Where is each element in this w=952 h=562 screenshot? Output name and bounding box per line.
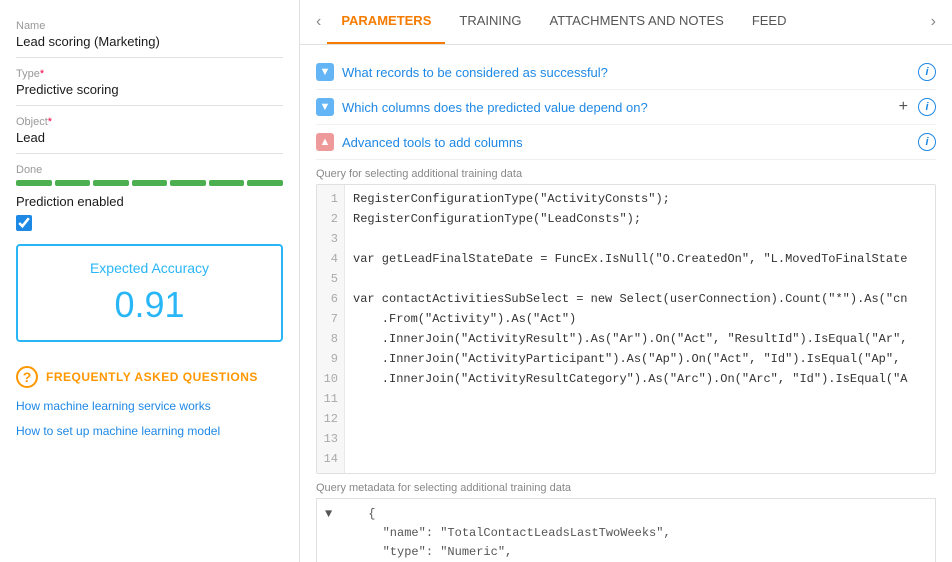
accordion-icon-0: ▼	[316, 63, 334, 81]
accuracy-title: Expected Accuracy	[28, 260, 271, 276]
code-content[interactable]: RegisterConfigurationType("ActivityConst…	[345, 185, 935, 385]
accordion-icon-2: ▲	[316, 133, 334, 151]
accordion-row-1[interactable]: ▼ Which columns does the predicted value …	[316, 90, 936, 125]
accordion-icon-1: ▼	[316, 98, 334, 116]
code-editor[interactable]: 1234567891011121314 RegisterConfiguratio…	[316, 184, 936, 474]
accuracy-value: 0.91	[28, 284, 271, 326]
progress-segment	[209, 180, 245, 186]
right-panel: ‹ PARAMETERSTRAININGATTACHMENTS AND NOTE…	[300, 0, 952, 562]
faq-links: How machine learning service works How to…	[16, 398, 283, 440]
progress-segment	[93, 180, 129, 186]
type-value: Predictive scoring	[16, 82, 283, 106]
accordion-label-1: Which columns does the predicted value d…	[342, 100, 891, 115]
tab-nav-left[interactable]: ‹	[310, 1, 327, 43]
json-editor[interactable]: ▼ { "name": "TotalContactLeadsLastTwoWee…	[316, 498, 936, 562]
accordion-info-icon-0[interactable]: i	[918, 63, 936, 81]
progress-segment	[170, 180, 206, 186]
progress-segment	[247, 180, 283, 186]
faq-section: ? FREQUENTLY ASKED QUESTIONS How machine…	[16, 366, 283, 448]
accordion-info-icon-1[interactable]: i	[918, 98, 936, 116]
line-number: 13	[323, 429, 338, 449]
line-number: 5	[323, 269, 338, 289]
accordion-info-icon-2[interactable]: i	[918, 133, 936, 151]
type-label: Type	[16, 68, 283, 80]
object-value: Lead	[16, 130, 283, 154]
faq-title: FREQUENTLY ASKED QUESTIONS	[46, 370, 258, 384]
json-section: Query metadata for selecting additional …	[316, 482, 936, 562]
progress-segment	[55, 180, 91, 186]
accordion-row-2[interactable]: ▲ Advanced tools to add columns i	[316, 125, 936, 160]
name-label: Name	[16, 20, 283, 32]
left-panel: Name Lead scoring (Marketing) Type Predi…	[0, 0, 300, 562]
tab-nav-right[interactable]: ›	[925, 1, 942, 43]
line-number: 1	[323, 189, 338, 209]
object-label: Object	[16, 116, 283, 128]
faq-icon: ?	[16, 366, 38, 388]
line-number: 7	[323, 309, 338, 329]
faq-header: ? FREQUENTLY ASKED QUESTIONS	[16, 366, 283, 388]
accordion-label-0: What records to be considered as success…	[342, 65, 910, 80]
tab-attachments-and-notes[interactable]: ATTACHMENTS AND NOTES	[536, 0, 738, 44]
line-number: 3	[323, 229, 338, 249]
metadata-label: Query metadata for selecting additional …	[316, 482, 936, 494]
line-number: 12	[323, 409, 338, 429]
accordion-row-0[interactable]: ▼ What records to be considered as succes…	[316, 55, 936, 90]
code-section: Query for selecting additional training …	[316, 168, 936, 474]
progress-bar	[16, 180, 283, 186]
line-number: 9	[323, 349, 338, 369]
line-number: 14	[323, 449, 338, 469]
faq-link[interactable]: How to set up machine learning model	[16, 423, 283, 440]
tabs-container: PARAMETERSTRAININGATTACHMENTS AND NOTESF…	[327, 0, 924, 44]
line-number: 10	[323, 369, 338, 389]
main-content: ▼ What records to be considered as succes…	[300, 45, 952, 562]
accordion-container: ▼ What records to be considered as succes…	[316, 55, 936, 160]
line-number: 8	[323, 329, 338, 349]
done-label: Done	[16, 164, 283, 176]
accordion-add-btn-1[interactable]: +	[899, 98, 908, 116]
line-number: 2	[323, 209, 338, 229]
progress-segment	[132, 180, 168, 186]
tabs-bar: ‹ PARAMETERSTRAININGATTACHMENTS AND NOTE…	[300, 0, 952, 45]
accuracy-box: Expected Accuracy 0.91	[16, 244, 283, 342]
name-value: Lead scoring (Marketing)	[16, 34, 283, 58]
progress-segment	[16, 180, 52, 186]
prediction-enabled-checkbox[interactable]	[16, 215, 32, 231]
prediction-enabled-label: Prediction enabled	[16, 194, 283, 209]
line-number: 11	[323, 389, 338, 409]
faq-link[interactable]: How machine learning service works	[16, 398, 283, 415]
line-number: 4	[323, 249, 338, 269]
accordion-label-2: Advanced tools to add columns	[342, 135, 910, 150]
line-number: 6	[323, 289, 338, 309]
tab-feed[interactable]: FEED	[738, 0, 801, 44]
line-numbers: 1234567891011121314	[317, 185, 345, 473]
code-section-label: Query for selecting additional training …	[316, 168, 936, 180]
tab-parameters[interactable]: PARAMETERS	[327, 0, 445, 44]
tab-training[interactable]: TRAINING	[445, 0, 535, 44]
prediction-enabled-checkbox-wrap	[16, 215, 283, 234]
